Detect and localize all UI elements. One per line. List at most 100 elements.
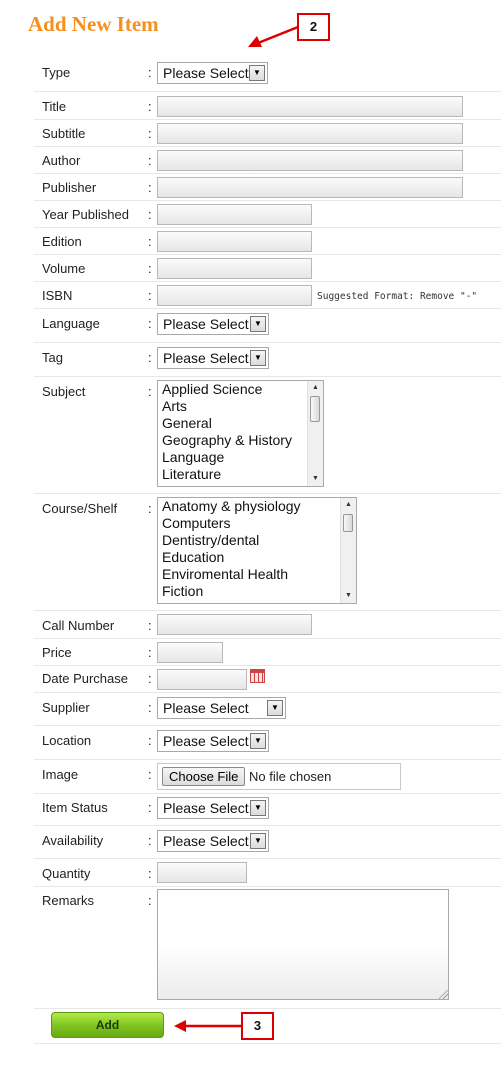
form-row-author: Author : [34, 146, 501, 174]
course-shelf-option[interactable]: Anatomy & physiology [162, 498, 356, 515]
year-published-label: Year Published [42, 207, 129, 222]
callout-2: 2 [297, 13, 330, 41]
form-row-publisher: Publisher : [34, 173, 501, 201]
subject-listbox[interactable]: Applied Science Arts General Geography &… [157, 380, 324, 487]
subtitle-label: Subtitle [42, 126, 86, 141]
isbn-input[interactable] [157, 285, 312, 306]
publisher-label: Publisher [42, 180, 97, 195]
type-select[interactable]: Please Select ▼ [157, 62, 268, 84]
chevron-down-icon: ▼ [250, 800, 266, 816]
chevron-down-icon: ▼ [249, 65, 265, 81]
form-row-call-number: Call Number : [34, 610, 501, 639]
tag-label: Tag [42, 350, 63, 365]
type-select-value: Please Select [163, 65, 249, 81]
location-select[interactable]: Please Select ▼ [157, 730, 269, 752]
form-row-edition: Edition : [34, 227, 501, 255]
colon: : [148, 618, 152, 633]
year-published-input[interactable] [157, 204, 312, 225]
tag-select[interactable]: Please Select ▼ [157, 347, 269, 369]
colon: : [148, 671, 152, 686]
subject-option[interactable]: Arts [162, 398, 323, 415]
subject-option[interactable]: General [162, 415, 323, 432]
colon: : [148, 866, 152, 881]
callout-3: 3 [241, 1012, 274, 1040]
form-row-item-status: Item Status : Please Select ▼ [34, 793, 501, 826]
item-status-select-value: Please Select [163, 800, 249, 816]
item-status-label: Item Status [42, 800, 108, 815]
title-label: Title [42, 99, 67, 114]
availability-select[interactable]: Please Select ▼ [157, 830, 269, 852]
author-label: Author [42, 153, 81, 168]
quantity-label: Quantity [42, 866, 91, 881]
date-purchase-input[interactable] [157, 669, 247, 690]
chevron-down-icon: ▼ [267, 700, 283, 716]
choose-file-button[interactable]: Choose File [162, 767, 246, 786]
subject-option[interactable]: Geography & History [162, 432, 323, 449]
resize-grip-icon[interactable] [439, 990, 448, 999]
callout-2-arrow-icon [248, 25, 299, 47]
volume-input[interactable] [157, 258, 312, 279]
subject-option[interactable]: Literature [162, 466, 323, 483]
colon: : [148, 700, 152, 715]
colon: : [148, 288, 152, 303]
add-button[interactable]: Add [51, 1012, 164, 1038]
author-input[interactable] [157, 150, 463, 171]
course-shelf-option[interactable]: Dentistry/dental [162, 532, 356, 549]
call-number-input[interactable] [157, 614, 312, 635]
course-shelf-option[interactable]: Computers [162, 515, 356, 532]
form-row-availability: Availability : Please Select ▼ [34, 825, 501, 859]
title-input[interactable] [157, 96, 463, 117]
scrollbar-thumb[interactable] [310, 396, 320, 422]
colon: : [148, 126, 152, 141]
scroll-down-icon[interactable]: ▼ [308, 472, 323, 486]
volume-label: Volume [42, 261, 86, 276]
calendar-icon[interactable] [250, 669, 265, 683]
chevron-down-icon: ▼ [250, 316, 266, 332]
chevron-down-icon: ▼ [250, 833, 266, 849]
language-select[interactable]: Please Select ▼ [157, 313, 269, 335]
subject-option[interactable]: Language [162, 449, 323, 466]
page-title: Add New Item [28, 12, 159, 36]
course-shelf-option[interactable]: Enviromental Health [162, 566, 356, 583]
form-row-price: Price : [34, 638, 501, 666]
subject-scrollbar[interactable]: ▲ ▼ [307, 381, 323, 486]
scrollbar-thumb[interactable] [343, 514, 353, 532]
colon: : [148, 99, 152, 114]
course-shelf-scrollbar[interactable]: ▲ ▼ [340, 498, 356, 603]
callout-3-arrow-icon [174, 1020, 242, 1032]
subtitle-input[interactable] [157, 123, 463, 144]
colon: : [148, 800, 152, 815]
colon: : [148, 501, 152, 516]
form-row-year-published: Year Published : [34, 200, 501, 228]
form-row-date-purchase: Date Purchase : [34, 665, 501, 693]
quantity-input[interactable] [157, 862, 247, 883]
course-shelf-option[interactable]: Education [162, 549, 356, 566]
form-row-volume: Volume : [34, 254, 501, 282]
colon: : [148, 261, 152, 276]
course-shelf-option[interactable]: Fiction [162, 583, 356, 600]
colon: : [148, 733, 152, 748]
form-row-remarks: Remarks : [34, 886, 501, 1009]
call-number-label: Call Number [42, 618, 115, 633]
chevron-down-icon: ▼ [250, 350, 266, 366]
scroll-down-icon[interactable]: ▼ [341, 589, 356, 603]
supplier-select[interactable]: Please Select ▼ [157, 697, 286, 719]
publisher-input[interactable] [157, 177, 463, 198]
availability-label: Availability [42, 833, 104, 848]
image-label: Image [42, 767, 79, 782]
item-status-select[interactable]: Please Select ▼ [157, 797, 269, 819]
edition-input[interactable] [157, 231, 312, 252]
remarks-textarea[interactable] [157, 889, 449, 1000]
course-shelf-listbox[interactable]: Anatomy & physiology Computers Dentistry… [157, 497, 357, 604]
scroll-up-icon[interactable]: ▲ [308, 381, 323, 395]
form-row-location: Location : Please Select ▼ [34, 725, 501, 760]
colon: : [148, 645, 152, 660]
price-label: Price [42, 645, 72, 660]
colon: : [148, 893, 152, 908]
price-input[interactable] [157, 642, 223, 663]
image-file-input[interactable]: Choose File No file chosen [157, 763, 401, 790]
form-row-type: Type : Please Select ▼ [34, 59, 501, 92]
scroll-up-icon[interactable]: ▲ [341, 498, 356, 512]
subject-option[interactable]: Applied Science [162, 381, 323, 398]
language-label: Language [42, 316, 100, 331]
